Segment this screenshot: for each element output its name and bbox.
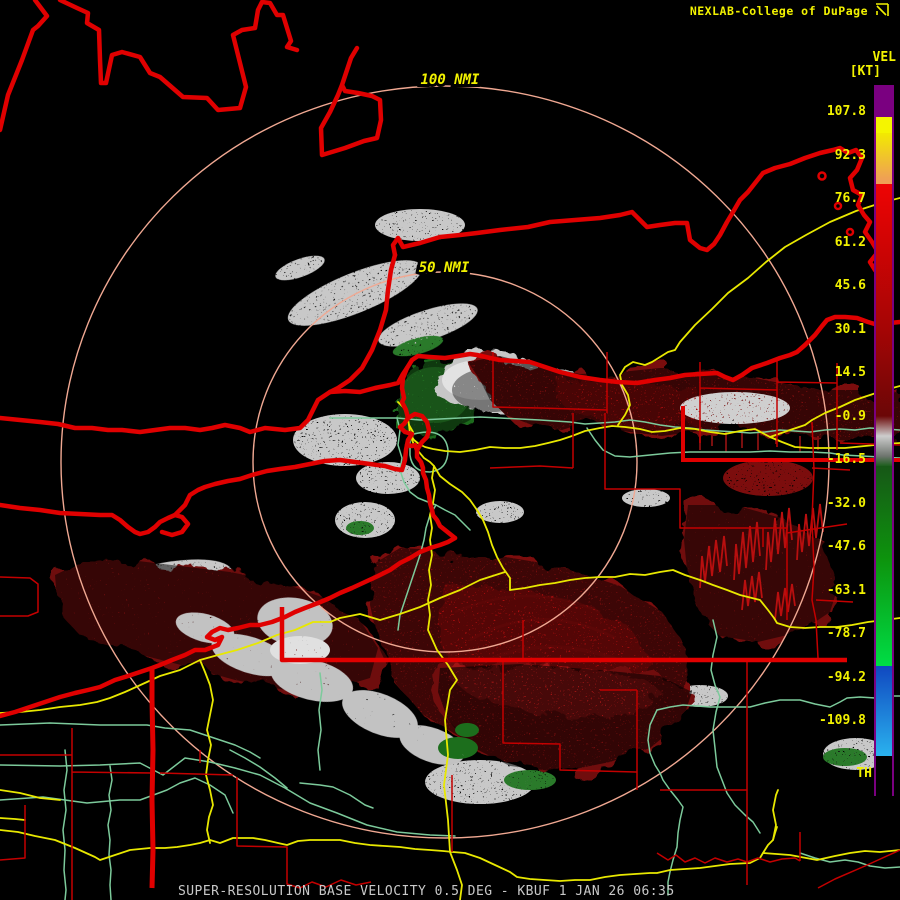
- colorbar-tick: -109.8: [819, 713, 866, 728]
- colorbar-tick: 30.1: [834, 322, 866, 337]
- colorbar-tick: 92.3: [834, 148, 866, 163]
- colorbar-units-label: [KT]: [849, 64, 881, 79]
- inner-ring-label: 50 NMI: [419, 260, 470, 276]
- colorbar-tick: -78.7: [826, 626, 866, 641]
- colorbar-threshold-label: TH: [856, 766, 872, 781]
- colorbar-tick: -63.1: [826, 583, 866, 598]
- radar-map: 100 NMI 50 NMI: [0, 0, 900, 900]
- page-title: NEXLAB-College of DuPage: [689, 4, 868, 18]
- radar-display[interactable]: 100 NMI 50 NMI NEXLAB-College of DuPage …: [0, 0, 900, 900]
- colorbar-tick: 14.5: [834, 365, 866, 380]
- colorbar-tick: -47.6: [826, 539, 866, 554]
- colorbar-tick: -94.2: [826, 670, 866, 685]
- colorbar-tick: 61.2: [834, 235, 866, 250]
- colorbar-tick: -32.0: [826, 496, 866, 511]
- colorbar-tick: -16.5: [826, 452, 866, 467]
- velocity-colorbar: [874, 85, 894, 796]
- range-ring-labels: 100 NMI 50 NMI: [416, 69, 483, 279]
- cod-logo-icon: [876, 3, 889, 16]
- colorbar-tick: 76.7: [834, 191, 866, 206]
- colorbar-tick: 45.6: [834, 278, 866, 293]
- colorbar-product-label: VEL: [872, 50, 896, 65]
- colorbar-tick: 107.8: [826, 104, 866, 119]
- outer-ring-label: 100 NMI: [420, 72, 480, 88]
- colorbar-tick: -0.9: [834, 409, 866, 424]
- status-bar: SUPER-RESOLUTION BASE VELOCITY 0.5 DEG -…: [178, 884, 675, 899]
